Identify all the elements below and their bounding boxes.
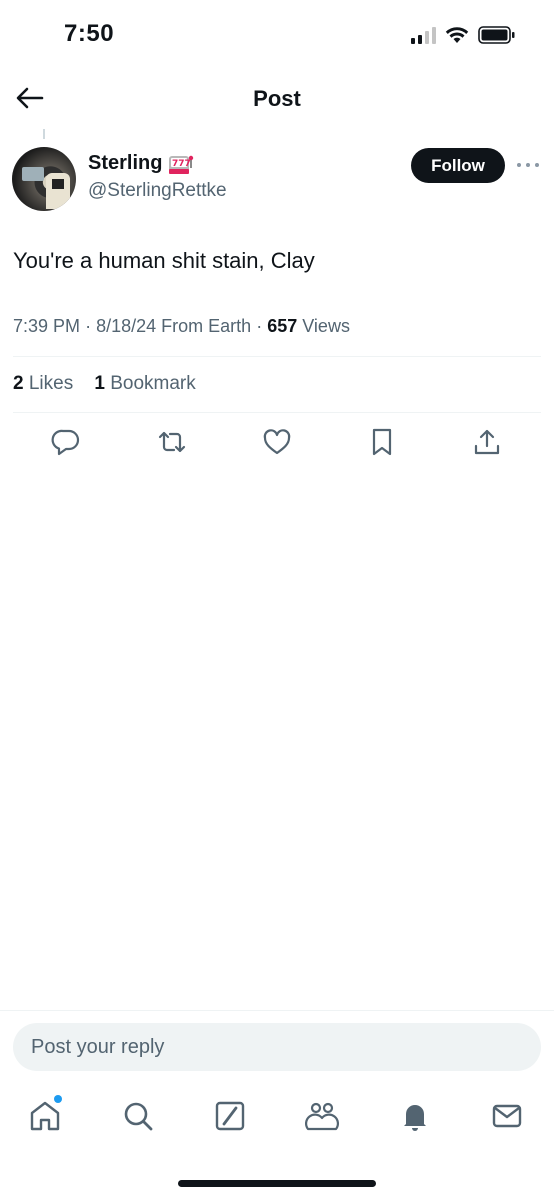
wifi-icon [445, 27, 469, 43]
svg-text:777: 777 [172, 159, 191, 169]
thread-line [43, 129, 45, 139]
battery-icon [478, 26, 515, 44]
like-icon[interactable] [261, 426, 293, 458]
author-name[interactable]: Sterling 777 [88, 152, 194, 175]
post-text: You're a human shit stain, Clay [13, 248, 315, 273]
views-count: 657 [267, 316, 298, 336]
bookmarks-stat[interactable]: 1 Bookmark [94, 373, 195, 394]
likes-count: 2 [13, 373, 24, 394]
author-name-text: Sterling [88, 152, 163, 174]
home-icon[interactable] [28, 1099, 62, 1133]
views-label: Views [302, 316, 350, 336]
author-handle[interactable]: @SterlingRettke [88, 180, 227, 202]
tab-bar [0, 1099, 554, 1139]
likes-stat[interactable]: 2 Likes [13, 373, 79, 394]
post-source: From Earth [161, 316, 252, 336]
action-bar [0, 426, 554, 462]
bottom-area [0, 1010, 554, 1201]
page-title: Post [253, 86, 301, 111]
likes-label: Likes [28, 373, 74, 394]
post-time: 7:39 PM [13, 316, 81, 336]
bookmarks-label: Bookmark [110, 373, 196, 394]
bookmark-icon[interactable] [366, 426, 398, 458]
avatar[interactable] [12, 147, 76, 211]
home-indicator [178, 1180, 376, 1187]
messages-icon[interactable] [490, 1099, 524, 1133]
status-time: 7:50 [64, 20, 115, 47]
post-meta: 7:39 PM · 8/18/24 From Earth · 657 Views [13, 316, 350, 336]
reply-input[interactable] [13, 1023, 541, 1071]
reply-icon[interactable] [50, 426, 82, 458]
header: Post [0, 72, 554, 128]
bookmarks-count: 1 [94, 373, 105, 394]
cellular-signal-icon [411, 26, 436, 44]
status-icons [411, 26, 516, 44]
grok-icon[interactable] [213, 1099, 247, 1133]
divider [13, 412, 541, 413]
share-icon[interactable] [471, 426, 503, 458]
status-bar: 7:50 [0, 0, 554, 72]
communities-icon[interactable] [305, 1099, 339, 1133]
repost-icon[interactable] [156, 426, 188, 458]
post-date: 8/18/24 [96, 316, 157, 336]
follow-button[interactable]: Follow [411, 148, 505, 183]
more-options-icon[interactable] [514, 156, 542, 174]
divider [13, 356, 541, 357]
post-stats: 2 Likes 1 Bookmark [13, 373, 196, 395]
search-icon[interactable] [121, 1099, 155, 1133]
slot-machine-icon: 777 [169, 155, 194, 174]
notifications-icon[interactable] [398, 1099, 432, 1133]
